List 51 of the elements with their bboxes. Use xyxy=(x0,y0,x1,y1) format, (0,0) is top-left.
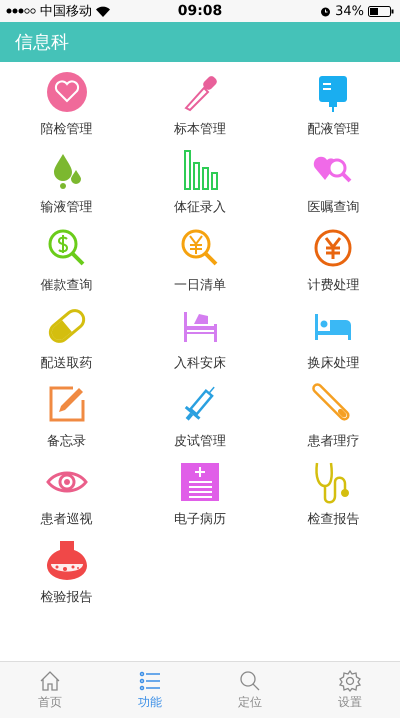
function-item[interactable]: 计费处理 xyxy=(266,224,400,302)
settings-icon xyxy=(338,669,362,693)
function-item[interactable]: 换床处理 xyxy=(266,302,400,380)
battery-percent: 34% xyxy=(335,4,364,18)
alarm-icon xyxy=(320,6,332,16)
function-label: 一日清单 xyxy=(174,277,226,294)
function-label: 陪检管理 xyxy=(40,121,93,138)
function-label: 标本管理 xyxy=(174,121,226,138)
function-label: 医嘱查询 xyxy=(307,199,360,216)
function-item[interactable]: 体征录入 xyxy=(133,146,267,224)
flask-icon xyxy=(44,538,89,582)
carrier-name: 中国移动 xyxy=(40,3,92,20)
function-label: 电子病历 xyxy=(174,511,226,528)
function-label: 输液管理 xyxy=(40,199,93,216)
function-item[interactable]: 入科安床 xyxy=(133,302,267,380)
header-title: 信息科 xyxy=(15,31,69,54)
function-item[interactable]: 患者巡视 xyxy=(0,458,134,536)
function-item[interactable]: 一日清单 xyxy=(133,224,267,302)
function-item[interactable]: 备忘录 xyxy=(0,380,134,458)
function-label: 计费处理 xyxy=(307,277,360,294)
function-label: 检验报告 xyxy=(40,589,93,606)
battery-icon xyxy=(368,6,394,16)
function-item[interactable]: 输液管理 xyxy=(0,146,134,224)
function-label: 检查报告 xyxy=(307,511,360,528)
signal-icon xyxy=(6,8,36,14)
clock-time: 09:08 xyxy=(178,3,222,19)
function-label: 备忘录 xyxy=(47,433,86,450)
function-label: 入科安床 xyxy=(174,355,226,372)
function-item[interactable]: 皮试管理 xyxy=(133,380,267,458)
function-item[interactable]: 标本管理 xyxy=(133,68,267,146)
function-item[interactable]: 配液管理 xyxy=(266,68,400,146)
function-item[interactable]: 检查报告 xyxy=(266,458,400,536)
function-label: 配送取药 xyxy=(40,355,93,372)
function-item[interactable]: 催款查询 xyxy=(0,224,134,302)
list-icon xyxy=(138,669,162,693)
function-item[interactable]: 医嘱查询 xyxy=(266,146,400,224)
function-label: 皮试管理 xyxy=(174,433,226,450)
function-item[interactable]: 患者理疗 xyxy=(266,380,400,458)
function-item[interactable]: 陪检管理 xyxy=(0,68,134,146)
function-label: 配液管理 xyxy=(307,121,360,138)
wifi-icon xyxy=(96,6,110,16)
function-label: 换床处理 xyxy=(307,355,360,372)
function-label: 体征录入 xyxy=(174,199,226,216)
function-item[interactable]: 检验报告 xyxy=(0,536,134,614)
function-item[interactable]: 电子病历 xyxy=(133,458,267,536)
function-label: 催款查询 xyxy=(40,277,93,294)
search-icon xyxy=(238,669,262,693)
function-label: 患者巡视 xyxy=(40,511,93,528)
home-icon xyxy=(38,669,62,693)
function-label: 患者理疗 xyxy=(307,433,360,450)
function-item[interactable]: 配送取药 xyxy=(0,302,134,380)
